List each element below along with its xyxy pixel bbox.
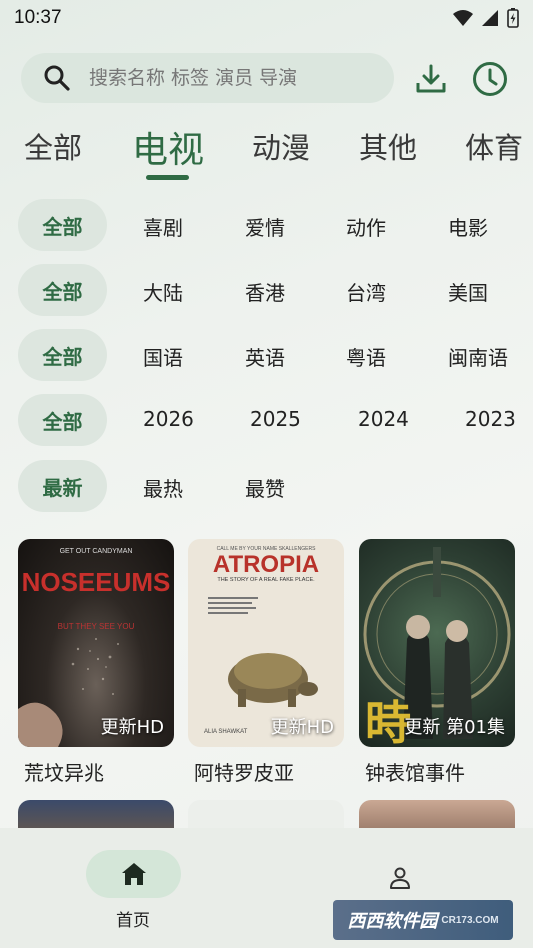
poster-top-text: GET OUT CANDYMAN [60,548,133,555]
nav-home-label: 首页 [116,911,150,931]
wifi-icon [453,10,473,26]
download-icon [416,64,446,93]
profile-icon [390,867,410,889]
update-badge: 更新HD [270,717,334,738]
tab-sports[interactable]: 体育 [465,125,523,167]
history-clock-icon [473,62,507,96]
poster-credit-text: ALIA SHAWKAT [204,729,248,735]
tab-other[interactable]: 其他 [359,125,417,167]
battery-icon [507,8,519,28]
bottom-nav: 首页 西西软件园 CR173.COM [0,828,533,948]
filter-row-year: 全部 2026 2025 2024 2023 [18,394,533,446]
filter-option[interactable]: 美国 [448,277,488,306]
home-icon [121,863,146,885]
status-time: 10:37 [14,7,62,28]
search-input[interactable] [89,67,379,89]
history-button[interactable] [470,59,510,99]
filter-option[interactable]: 电影 [448,212,488,241]
tab-anime[interactable]: 动漫 [252,125,310,167]
show-title: 阿特罗皮亚 [194,761,294,785]
show-card[interactable]: CALL ME BY YOUR NAME SKALLENGERS ATROPIA… [188,539,344,786]
filter-option[interactable]: 2025 [250,407,301,431]
filter-chip-region-all[interactable]: 全部 [18,264,107,316]
poster-title-text: NOSEEUMS [22,567,171,597]
filter-option[interactable]: 国语 [143,342,183,371]
download-button[interactable] [411,59,451,99]
filter-option[interactable]: 香港 [245,277,285,306]
filter-chip-sort-latest[interactable]: 最新 [18,460,107,512]
poster-row-partial [18,800,515,830]
poster-title-text: ATROPIA [213,551,319,578]
update-badge: 更新 第01集 [404,717,505,738]
category-tabs: 全部 电视 动漫 其他 体育 [0,125,533,185]
poster-sub-text: THE STORY OF A REAL FAKE PLACE. [217,577,315,583]
filter-option[interactable]: 最热 [143,473,183,502]
filter-option[interactable]: 爱情 [245,212,285,241]
filter-option[interactable]: 喜剧 [143,212,183,241]
show-poster: 時 更新 第01集 [359,539,515,747]
tab-tv[interactable]: 电视 [132,121,204,173]
filter-option[interactable]: 最赞 [245,473,285,502]
filter-row-sort: 最新 最热 最赞 [18,460,533,512]
filter-option[interactable]: 2026 [143,407,194,431]
show-title: 钟表馆事件 [365,761,465,785]
filter-option[interactable]: 动作 [346,212,386,241]
filter-option[interactable]: 粤语 [346,342,386,371]
active-tab-indicator [146,175,189,180]
show-card[interactable]: GET OUT CANDYMAN NOSEEUMS BUT THEY SEE Y… [18,539,174,786]
show-poster: GET OUT CANDYMAN NOSEEUMS BUT THEY SEE Y… [18,539,174,747]
search-icon [44,65,70,91]
show-poster-partial[interactable] [359,800,515,830]
filter-row-region: 全部 大陆 香港 台湾 美国 [18,264,533,316]
filter-row-genre: 全部 喜剧 爱情 动作 电影 [18,199,533,251]
filter-row-language: 全部 国语 英语 粤语 闽南语 [18,329,533,381]
search-box[interactable] [21,53,394,103]
status-icons [453,8,519,28]
tab-all[interactable]: 全部 [24,125,82,167]
filter-option[interactable]: 2023 [465,407,516,431]
watermark-sub: CR173.COM [441,914,499,926]
nav-home-button[interactable] [86,850,181,898]
filter-chip-genre-all[interactable]: 全部 [18,199,107,251]
show-poster: CALL ME BY YOUR NAME SKALLENGERS ATROPIA… [188,539,344,747]
signal-icon [482,10,498,26]
poster-sub-text: BUT THEY SEE YOU [58,622,135,631]
filter-option[interactable]: 大陆 [143,277,183,306]
status-bar: 10:37 [0,0,533,36]
update-badge: 更新HD [100,717,164,738]
filter-chip-language-all[interactable]: 全部 [18,329,107,381]
filter-option[interactable]: 闽南语 [448,342,508,371]
show-card[interactable]: 時 更新 第01集 钟表馆事件 [359,539,515,786]
filter-chip-year-all[interactable]: 全部 [18,394,107,446]
show-poster-partial[interactable] [18,800,174,830]
show-poster-partial[interactable] [188,800,344,830]
filter-option[interactable]: 英语 [245,342,285,371]
filter-option[interactable]: 台湾 [346,277,386,306]
filter-option[interactable]: 2024 [358,407,409,431]
show-title: 荒坟异兆 [24,761,104,785]
nav-profile-button[interactable] [380,858,420,898]
search-row [21,53,521,105]
watermark-logo: 西西软件园 CR173.COM [333,900,513,940]
watermark-text: 西西软件园 [347,911,438,931]
